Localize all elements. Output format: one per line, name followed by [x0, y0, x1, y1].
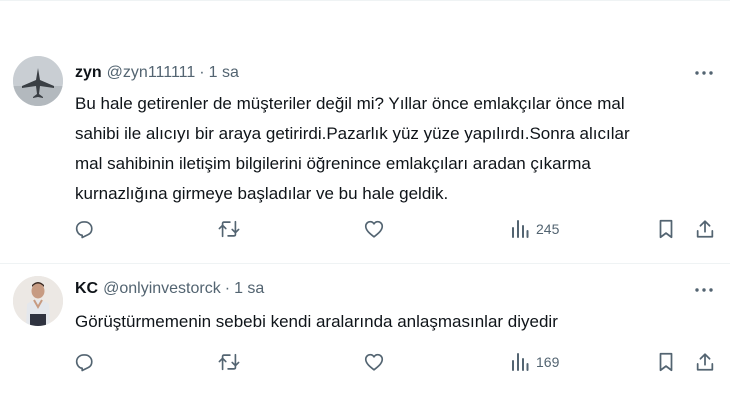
share-icon [696, 220, 714, 238]
fighter-jet-avatar-image [13, 56, 63, 106]
tweet-text-line: kurnazlığına girmeye başladılar ve bu ha… [75, 184, 449, 203]
tweet-text-line: Görüştürmemenin sebebi kendi aralarında … [75, 312, 558, 331]
bookmark-icon [659, 352, 673, 372]
tweet-header: zyn @zyn111111 · 1 sa [75, 62, 239, 84]
share-icon [696, 353, 714, 371]
reply-icon [75, 221, 93, 239]
timestamp[interactable]: 1 sa [234, 280, 264, 298]
reply-button[interactable] [73, 348, 95, 376]
more-icon [695, 288, 713, 292]
avatar[interactable] [13, 276, 63, 326]
repost-icon [218, 220, 240, 238]
like-icon [364, 220, 384, 238]
avatar[interactable] [13, 56, 63, 106]
repost-button[interactable] [217, 348, 241, 376]
views-icon [512, 220, 529, 238]
bookmark-button[interactable] [656, 215, 676, 243]
more-options-button[interactable] [694, 281, 714, 299]
author-handle[interactable]: @zyn111111 [107, 64, 196, 82]
reply-icon [75, 354, 93, 372]
repost-button[interactable] [217, 215, 241, 243]
tweet-text-line: mal sahibinin iletişim bilgilerini öğren… [75, 154, 591, 173]
views-button[interactable]: 245 [510, 215, 559, 243]
bookmark-icon [659, 219, 673, 239]
more-options-button[interactable] [694, 64, 714, 82]
tweet-text-line: sahibi ile alıcıyı bir araya getirirdi.P… [75, 124, 630, 143]
repost-icon [218, 353, 240, 371]
person-avatar-image [13, 276, 63, 326]
like-button[interactable] [362, 348, 386, 376]
views-button[interactable]: 169 [510, 348, 559, 376]
views-icon [512, 353, 529, 371]
tweet-card[interactable]: KC @onlyinvestorck · 1 sa Görüştürmemeni… [0, 264, 730, 420]
tweet-header: KC @onlyinvestorck · 1 sa [75, 278, 264, 300]
separator-dot: · [199, 64, 205, 81]
tweet-text: Bu hale getirenler de müşteriler değil m… [75, 89, 715, 209]
tweet-card[interactable]: zyn @zyn111111 · 1 sa Bu hale getirenler… [0, 0, 730, 264]
tweet-text-line: Bu hale getirenler de müşteriler değil m… [75, 94, 625, 113]
views-count: 245 [536, 221, 560, 237]
timestamp[interactable]: 1 sa [209, 64, 239, 82]
bookmark-button[interactable] [656, 348, 676, 376]
author-name[interactable]: zyn [75, 64, 102, 82]
reply-button[interactable] [73, 215, 95, 243]
tweet-text: Görüştürmemenin sebebi kendi aralarında … [75, 307, 715, 337]
share-button[interactable] [694, 348, 716, 376]
share-button[interactable] [694, 215, 716, 243]
like-button[interactable] [362, 215, 386, 243]
views-count: 169 [536, 354, 560, 370]
more-icon [695, 71, 713, 75]
author-handle[interactable]: @onlyinvestorck [103, 280, 221, 298]
like-icon [364, 353, 384, 371]
action-bar: 245 [0, 215, 730, 243]
separator-dot: · [224, 280, 231, 297]
action-bar: 169 [0, 348, 730, 376]
author-name[interactable]: KC [75, 280, 98, 298]
